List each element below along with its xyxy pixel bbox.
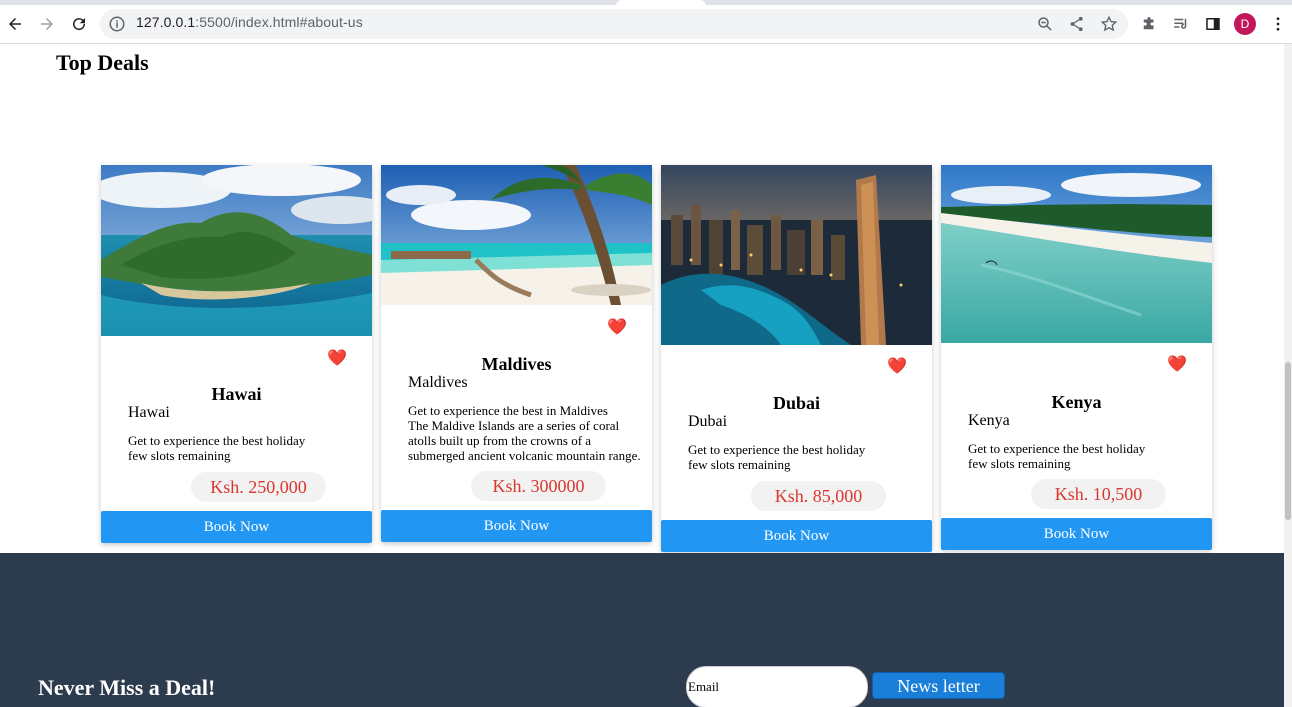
back-arrow-icon[interactable]	[3, 12, 27, 36]
book-now-button[interactable]: Book Now	[381, 510, 652, 542]
hawai-photo	[101, 165, 372, 336]
site-info-icon[interactable]	[108, 15, 126, 33]
scrollbar-thumb[interactable]	[1285, 362, 1291, 520]
card-description: Get to experience the best holiday few s…	[688, 442, 866, 472]
deal-card-dubai: ❤️ Dubai Dubai Get to experience the bes…	[661, 165, 932, 552]
deal-card-kenya: ❤️ Kenya Kenya Get to experience the bes…	[941, 165, 1212, 550]
card-description: Get to experience the best holiday few s…	[968, 441, 1146, 471]
card-title: Dubai	[772, 393, 821, 413]
book-now-button[interactable]: Book Now	[661, 520, 932, 552]
side-panel-icon[interactable]	[1201, 12, 1225, 36]
card-subtitle: Hawai	[128, 404, 170, 421]
book-now-button[interactable]: Book Now	[101, 511, 372, 543]
price-tag: Ksh. 85,000	[751, 481, 886, 511]
media-queue-icon[interactable]	[1169, 12, 1193, 36]
favorite-heart-icon[interactable]: ❤️	[1167, 357, 1187, 373]
card-title: Maldives	[481, 354, 552, 374]
card-title: Hawai	[211, 384, 262, 404]
card-subtitle: Kenya	[968, 412, 1010, 429]
newsletter-footer: Never Miss a Deal! News letter	[0, 553, 1284, 707]
favorite-heart-icon[interactable]: ❤️	[607, 320, 627, 336]
browser-menu-icon[interactable]	[1266, 12, 1290, 36]
forward-arrow-icon[interactable]	[35, 12, 59, 36]
reload-icon[interactable]	[67, 12, 91, 36]
deal-card-hawai: ❤️ Hawai Hawai Get to experience the bes…	[101, 165, 372, 543]
card-description: Get to experience the best holiday few s…	[128, 433, 306, 463]
email-input[interactable]	[686, 666, 868, 707]
section-title: Top Deals	[56, 50, 149, 75]
profile-avatar[interactable]: D	[1234, 13, 1256, 35]
bookmark-star-icon[interactable]	[1097, 12, 1121, 36]
browser-toolbar: 127.0.0.1:5500/index.html#about-us D	[0, 5, 1292, 44]
maldives-photo	[381, 165, 652, 305]
url-text[interactable]: 127.0.0.1:5500/index.html#about-us	[136, 14, 363, 30]
card-subtitle: Maldives	[408, 374, 468, 391]
dubai-photo	[661, 165, 932, 345]
card-description: Get to experience the best in Maldives T…	[408, 403, 641, 463]
extensions-puzzle-icon[interactable]	[1137, 12, 1161, 36]
newsletter-tagline: Never Miss a Deal!	[38, 675, 216, 700]
kenya-photo	[941, 165, 1212, 343]
share-icon[interactable]	[1065, 12, 1089, 36]
favorite-heart-icon[interactable]: ❤️	[327, 351, 347, 367]
book-now-button[interactable]: Book Now	[941, 518, 1212, 550]
price-tag: Ksh. 250,000	[191, 472, 326, 502]
zoom-icon[interactable]	[1033, 12, 1057, 36]
price-tag: Ksh. 10,500	[1031, 479, 1166, 509]
page-scrollbar[interactable]	[1284, 44, 1292, 707]
card-title: Kenya	[1051, 392, 1102, 412]
card-subtitle: Dubai	[688, 413, 728, 430]
page-viewport: Top Deals ❤️ Hawai Hawai Get to experien…	[0, 44, 1284, 707]
newsletter-button[interactable]: News letter	[872, 672, 1005, 699]
address-bar[interactable]: 127.0.0.1:5500/index.html#about-us	[100, 9, 1128, 39]
price-tag: Ksh. 300000	[471, 471, 606, 501]
deal-card-maldives: ❤️ Maldives Maldives Get to experience t…	[381, 165, 652, 542]
favorite-heart-icon[interactable]: ❤️	[887, 359, 907, 375]
